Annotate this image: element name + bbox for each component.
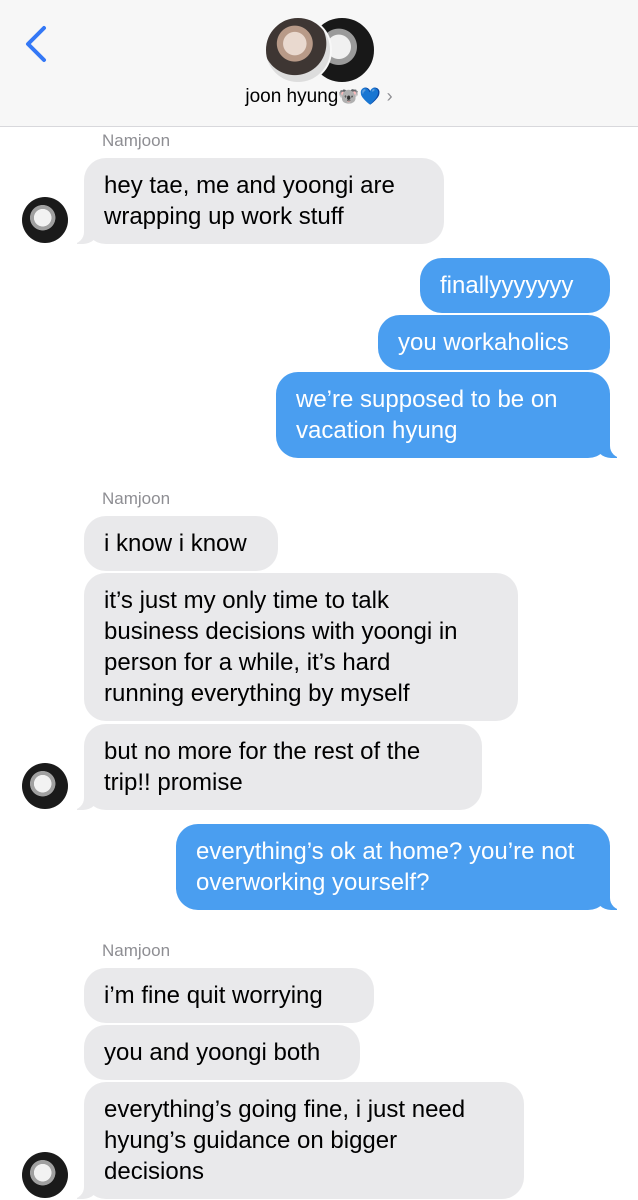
sender-avatar — [22, 763, 68, 809]
incoming-message[interactable]: everything’s going fine, i just need hyu… — [70, 1082, 524, 1199]
sender-name: Namjoon — [102, 131, 171, 150]
conversation-header: joon hyung🐨💙 › — [0, 0, 638, 127]
outgoing-message[interactable]: we’re supposed to be on vacation hyung — [276, 372, 624, 458]
back-button[interactable] — [18, 22, 58, 66]
sender-avatar — [22, 197, 68, 243]
sender-avatar — [22, 1152, 68, 1198]
sender-name: Namjoon — [102, 941, 171, 960]
contact-name-button[interactable]: joon hyung🐨💙 › — [0, 86, 638, 108]
outgoing-message[interactable]: everything’s ok at home? you’re not over… — [176, 824, 624, 910]
chevron-left-icon — [26, 26, 46, 62]
sender-name: Namjoon — [102, 489, 171, 508]
contact-avatar — [264, 16, 332, 84]
incoming-message[interactable]: you and yoongi both — [84, 1025, 360, 1080]
incoming-message[interactable]: i know i know — [84, 516, 278, 571]
chevron-right-icon: › — [386, 86, 393, 106]
incoming-message[interactable]: i’m fine quit worrying — [84, 968, 374, 1023]
contact-avatars[interactable] — [264, 16, 376, 84]
message-list[interactable]: Namjoon hey tae, me and yoongi are wrapp… — [0, 127, 638, 1200]
incoming-message[interactable]: but no more for the rest of the trip!! p… — [70, 724, 482, 810]
contact-name: joon hyung — [245, 86, 339, 107]
contact-emojis: 🐨💙 — [338, 87, 381, 106]
outgoing-message[interactable]: finallyyyyyyy — [420, 258, 610, 313]
incoming-message[interactable]: hey tae, me and yoongi are wrapping up w… — [70, 158, 444, 244]
incoming-message[interactable]: it’s just my only time to talk business … — [84, 573, 518, 721]
outgoing-message[interactable]: you workaholics — [378, 315, 610, 370]
